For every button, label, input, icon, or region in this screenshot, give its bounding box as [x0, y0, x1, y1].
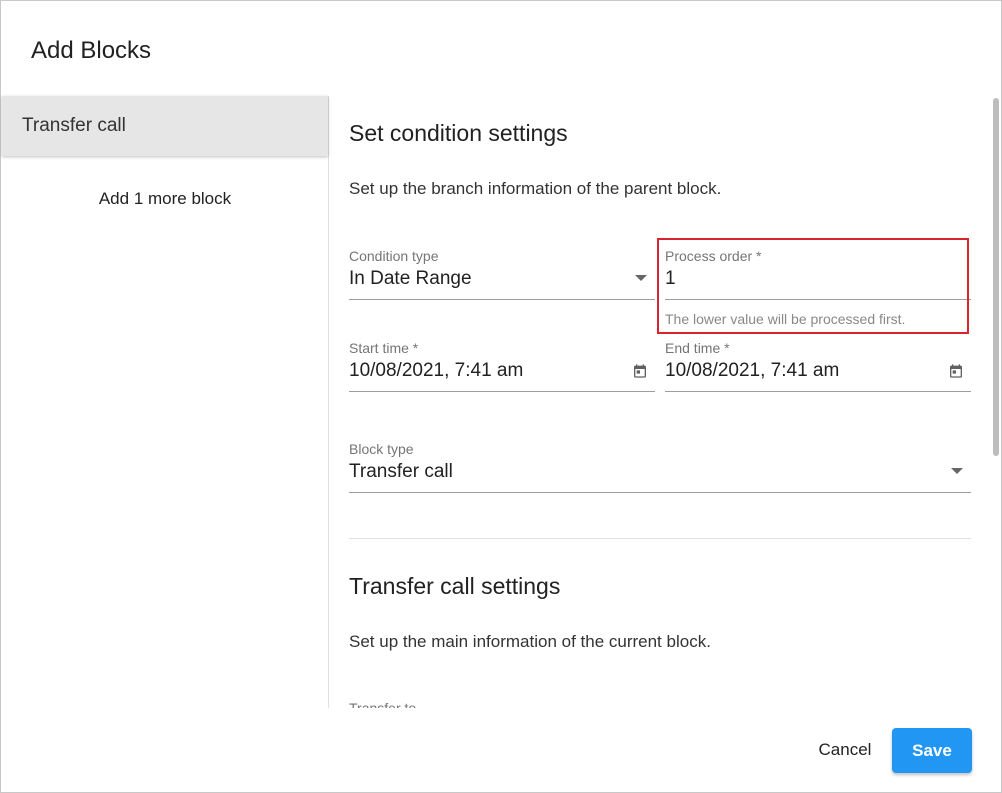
end-time-underline: [665, 391, 971, 392]
add-more-block-button[interactable]: Add 1 more block: [2, 189, 328, 209]
dialog-title: Add Blocks: [31, 37, 152, 64]
process-order-helper: The lower value will be processed first.: [665, 311, 906, 327]
sidebar-item-transfer-call[interactable]: Transfer call: [2, 96, 328, 156]
condition-type-value: In Date Range: [349, 268, 472, 289]
condition-settings-description: Set up the branch information of the par…: [349, 179, 722, 198]
save-button[interactable]: Save: [892, 728, 972, 773]
start-time-value: 10/08/2021, 7:41 am: [349, 360, 524, 381]
start-time-label: Start time *: [349, 340, 419, 356]
condition-type-underline: [349, 299, 655, 300]
add-blocks-dialog: Add Blocks Transfer call Add 1 more bloc…: [0, 0, 1002, 793]
condition-type-select[interactable]: Condition type In Date Range: [349, 248, 655, 300]
settings-panel: Set condition settings Set up the branch…: [330, 96, 992, 708]
end-time-input[interactable]: End time * 10/08/2021, 7:41 am: [665, 340, 971, 392]
start-time-input[interactable]: Start time * 10/08/2021, 7:41 am: [349, 340, 655, 392]
block-type-select[interactable]: Block type Transfer call: [349, 441, 971, 493]
content-scrollbar[interactable]: [993, 98, 999, 456]
start-time-underline: [349, 391, 655, 392]
sidebar-item-label: Transfer call: [22, 115, 126, 136]
process-order-value: 1: [665, 268, 676, 289]
caret-down-icon: [635, 275, 647, 281]
condition-settings-title: Set condition settings: [349, 120, 568, 146]
process-order-input[interactable]: Process order * 1 The lower value will b…: [665, 248, 971, 327]
condition-type-label: Condition type: [349, 248, 439, 264]
caret-down-icon: [951, 468, 963, 474]
block-list-sidebar: Transfer call Add 1 more block: [2, 96, 329, 708]
section-divider: [349, 538, 971, 539]
transfer-settings-description: Set up the main information of the curre…: [349, 632, 711, 651]
block-type-underline: [349, 492, 971, 493]
end-time-label: End time *: [665, 340, 730, 356]
block-type-label: Block type: [349, 441, 414, 457]
process-order-underline: [665, 299, 971, 300]
block-type-value: Transfer call: [349, 461, 453, 482]
transfer-to-label: Transfer to: [349, 700, 417, 708]
end-time-value: 10/08/2021, 7:41 am: [665, 360, 840, 381]
process-order-label: Process order *: [665, 248, 762, 264]
transfer-settings-title: Transfer call settings: [349, 573, 561, 599]
cancel-button[interactable]: Cancel: [807, 728, 883, 772]
calendar-icon[interactable]: [632, 363, 648, 379]
calendar-icon[interactable]: [948, 363, 964, 379]
